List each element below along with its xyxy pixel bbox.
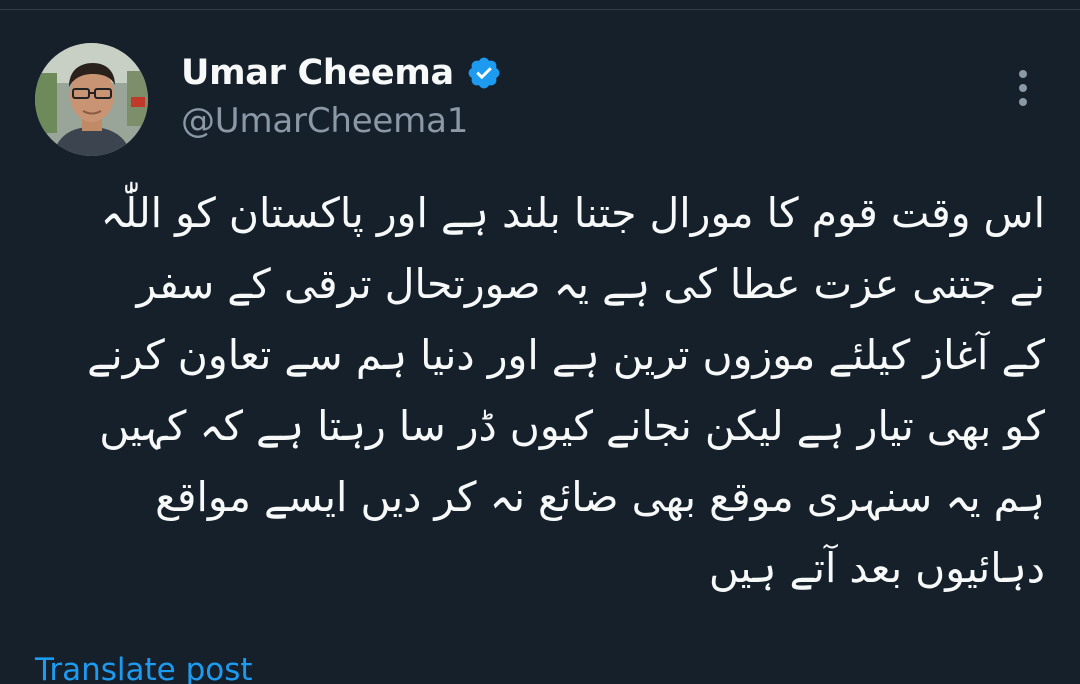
avatar-image [35, 43, 148, 156]
more-options-button[interactable] [1005, 66, 1041, 110]
tweet-text-line: کے آغاز کیلئے موزوں ترین ہے اور دنیا ہم … [87, 331, 1045, 379]
tweet-text-line: اس وقت قوم کا مورال جتنا بلند ہے اور پاک… [100, 189, 1045, 237]
tweet-text-line: کو بھی تیار ہے لیکن نجانے کیوں ڈر سا رہت… [99, 402, 1045, 450]
tweet-text-line: ہم یہ سنہری موقع بھی ضائع نہ کر دیں ایسے… [155, 473, 1045, 521]
verified-badge-icon [466, 55, 502, 91]
avatar[interactable] [35, 43, 148, 156]
author-handle[interactable]: @UmarCheema1 [181, 101, 468, 141]
author-display-name[interactable]: Umar Cheema [181, 53, 454, 93]
tweet-text: اس وقت قوم کا مورال جتنا بلند ہے اور پاک… [40, 178, 1045, 604]
translate-post-link[interactable]: Translate post [35, 652, 253, 684]
tweet-text-line: دہائیوں بعد آتے ہیں [708, 544, 1045, 592]
tweet-text-line: نے جتنی عزت عطا کی ہے یہ صورتحال ترقی کے… [136, 260, 1046, 308]
top-divider [0, 9, 1080, 10]
tweet-view: Umar Cheema @UmarCheema1 اس وقت قوم کا م… [0, 0, 1080, 684]
author-name-row[interactable]: Umar Cheema [181, 50, 502, 96]
